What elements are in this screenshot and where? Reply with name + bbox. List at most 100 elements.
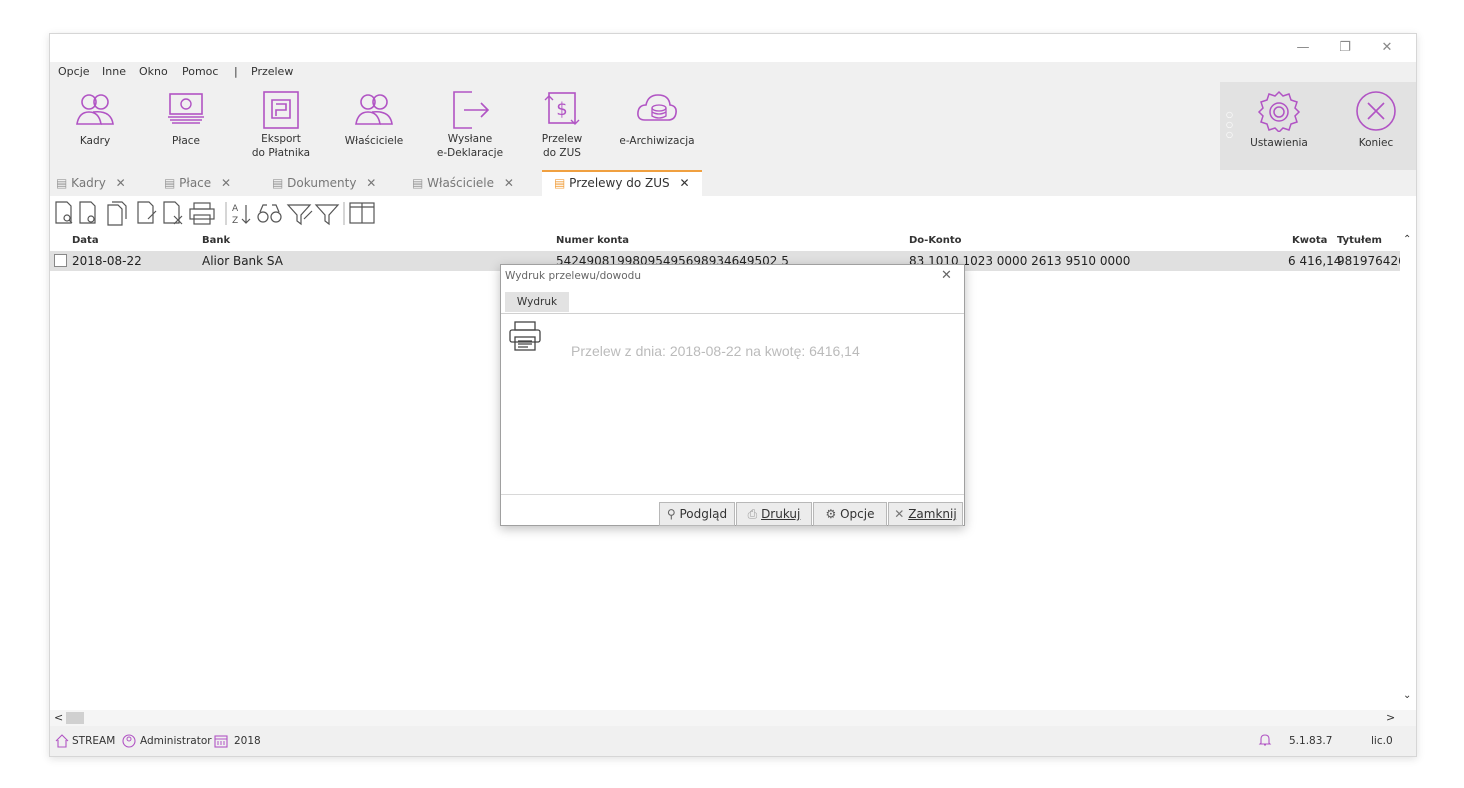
svg-text:Z: Z — [232, 216, 238, 226]
scroll-left-icon[interactable]: < — [54, 711, 63, 724]
column-kwota[interactable]: Kwota — [1292, 235, 1327, 246]
ribbon-earchiwizacja-button[interactable]: e-Archiwizacja — [612, 90, 702, 168]
row-checkbox[interactable] — [54, 254, 67, 267]
ustawienia-button[interactable]: Ustawienia — [1244, 90, 1314, 168]
column-do-konto[interactable]: Do-Konto — [909, 235, 962, 246]
ribbon-wlasciciele-button[interactable]: Właściciele — [341, 90, 407, 168]
tab-label: Dokumenty — [287, 176, 357, 190]
tab-label: Przelewy do ZUS — [569, 176, 670, 190]
tab-place[interactable]: ▤ Płace ✕ — [164, 172, 231, 194]
title-bar: — ❐ ✕ — [50, 34, 1416, 62]
close-icon[interactable]: ✕ — [679, 176, 689, 190]
owners-icon — [355, 94, 393, 125]
preview-doc-icon[interactable] — [55, 201, 73, 224]
scroll-down-icon[interactable]: ⌄ — [1403, 690, 1411, 701]
close-window-button[interactable]: ✕ — [1372, 40, 1402, 56]
document-tabs: ▤ Kadry ✕ ▤ Płace ✕ ▤ Dokumenty ✕ ▤ Właś… — [50, 170, 1416, 196]
status-year: 2018 — [234, 735, 261, 747]
button-label: Zamknij — [908, 507, 957, 521]
ribbon-label-2: e-Deklaracje — [436, 147, 504, 159]
ribbon-label: Płace — [172, 135, 200, 147]
column-numer-konta[interactable]: Numer konta — [556, 235, 629, 246]
export-icon — [453, 91, 490, 129]
preview-button[interactable]: ⚲ Podgląd — [659, 502, 735, 526]
dialog-tab-wydruk[interactable]: Wydruk — [505, 292, 569, 312]
column-tytulem[interactable]: Tytułem — [1337, 235, 1382, 246]
dialog-close-icon[interactable]: ✕ — [941, 268, 952, 283]
column-bank[interactable]: Bank — [202, 235, 230, 246]
filter-icon[interactable] — [314, 204, 340, 226]
koniec-button[interactable]: Koniec — [1346, 90, 1406, 168]
money-icon — [168, 93, 204, 124]
menu-przelew[interactable]: Przelew — [251, 65, 293, 78]
ribbon-przelew-button[interactable]: $ Przelew do ZUS — [534, 90, 590, 168]
svg-text:A: A — [232, 204, 239, 214]
menu-opcje[interactable]: Opcje — [58, 65, 90, 78]
status-user: Administrator — [140, 735, 212, 747]
options-button[interactable]: ⚙ Opcje — [813, 502, 887, 526]
ribbon-place-button[interactable]: Płace — [156, 90, 216, 168]
bell-icon[interactable] — [1258, 733, 1272, 747]
status-company: STREAM — [72, 735, 116, 747]
copy-doc-icon[interactable] — [107, 201, 127, 226]
people-icon — [76, 94, 114, 125]
toolbar-icons: AZ — [55, 201, 375, 226]
restore-button[interactable]: ❐ — [1330, 40, 1360, 56]
scroll-up-icon[interactable]: ⌃ — [1403, 234, 1411, 245]
close-small-icon: ✕ — [894, 507, 905, 521]
menu-pomoc[interactable]: Pomoc — [182, 65, 218, 78]
close-icon[interactable]: ✕ — [504, 176, 514, 190]
close-button[interactable]: ✕ Zamknij — [888, 502, 963, 526]
ribbon-wyslane-button[interactable]: Wysłane e-Deklaracje — [435, 90, 505, 168]
tab-przelewy-do-zus[interactable]: ▤ Przelewy do ZUS ✕ — [542, 170, 702, 196]
column-data[interactable]: Data — [72, 235, 99, 246]
tab-wlasciciele[interactable]: ▤ Właściciele ✕ — [412, 172, 514, 194]
menu-okno[interactable]: Okno — [139, 65, 168, 78]
scroll-right-icon[interactable]: > — [1386, 711, 1395, 724]
document-icon: ▤ — [412, 176, 424, 190]
columns-icon[interactable] — [349, 202, 375, 224]
sort-az-icon[interactable]: AZ — [232, 204, 251, 226]
dialog-footer-divider — [501, 494, 964, 495]
ribbon-label: Kadry — [79, 135, 111, 147]
printer-icon — [509, 321, 541, 351]
tab-dokumenty[interactable]: ▤ Dokumenty ✕ — [272, 172, 376, 194]
ribbon-eksport-button[interactable]: Eksport do Płatnika — [246, 90, 316, 168]
close-icon[interactable]: ✕ — [116, 176, 126, 190]
ribbon-label: Koniec — [1358, 137, 1394, 149]
binoculars-icon[interactable] — [257, 204, 282, 223]
vertical-scrollbar[interactable]: ⌃ ⌄ — [1400, 232, 1416, 710]
user-icon — [122, 734, 136, 748]
tab-label: Kadry — [71, 176, 106, 190]
close-icon[interactable]: ✕ — [221, 176, 231, 190]
close-icon[interactable]: ✕ — [366, 176, 376, 190]
delete-doc-icon[interactable] — [163, 201, 183, 225]
filter-edit-icon[interactable] — [286, 204, 313, 226]
transfer-icon: $ — [544, 92, 580, 125]
ribbon-label: Ustawienia — [1250, 137, 1308, 149]
dialog-message: Przelew z dnia: 2018-08-22 na kwotę: 641… — [571, 343, 860, 359]
print-button[interactable]: ⎙ Drukuj — [736, 502, 812, 526]
document-icon: ▤ — [164, 176, 176, 190]
ribbon-label: e-Archiwizacja — [619, 135, 695, 147]
menu-inne[interactable]: Inne — [102, 65, 126, 78]
ribbon-label: Eksport — [261, 133, 301, 145]
platnik-icon — [263, 91, 299, 129]
document-icon: ▤ — [56, 176, 68, 190]
exit-icon — [1356, 91, 1396, 131]
ribbon-label: Przelew — [541, 133, 583, 145]
ribbon-grip-icon[interactable]: ○ ○ ○ — [1226, 110, 1233, 140]
print-icon[interactable] — [189, 202, 215, 225]
horizontal-scrollbar[interactable]: < > — [50, 710, 1416, 726]
scroll-thumb[interactable] — [66, 712, 84, 724]
grid-toolbar: AZ — [50, 196, 1416, 230]
tab-kadry[interactable]: ▤ Kadry ✕ — [56, 172, 126, 194]
dialog-divider — [501, 313, 964, 314]
ribbon-right-section: ○ ○ ○ Ustawienia Koniec — [1220, 82, 1416, 170]
new-doc-icon[interactable] — [79, 201, 96, 224]
cell-tytulem: 981976426 — [1337, 254, 1400, 268]
ribbon-kadry-button[interactable]: Kadry — [66, 90, 124, 168]
ribbon-label: Właściciele — [344, 135, 404, 147]
minimize-button[interactable]: — — [1288, 40, 1318, 56]
edit-doc-icon[interactable] — [137, 201, 157, 224]
